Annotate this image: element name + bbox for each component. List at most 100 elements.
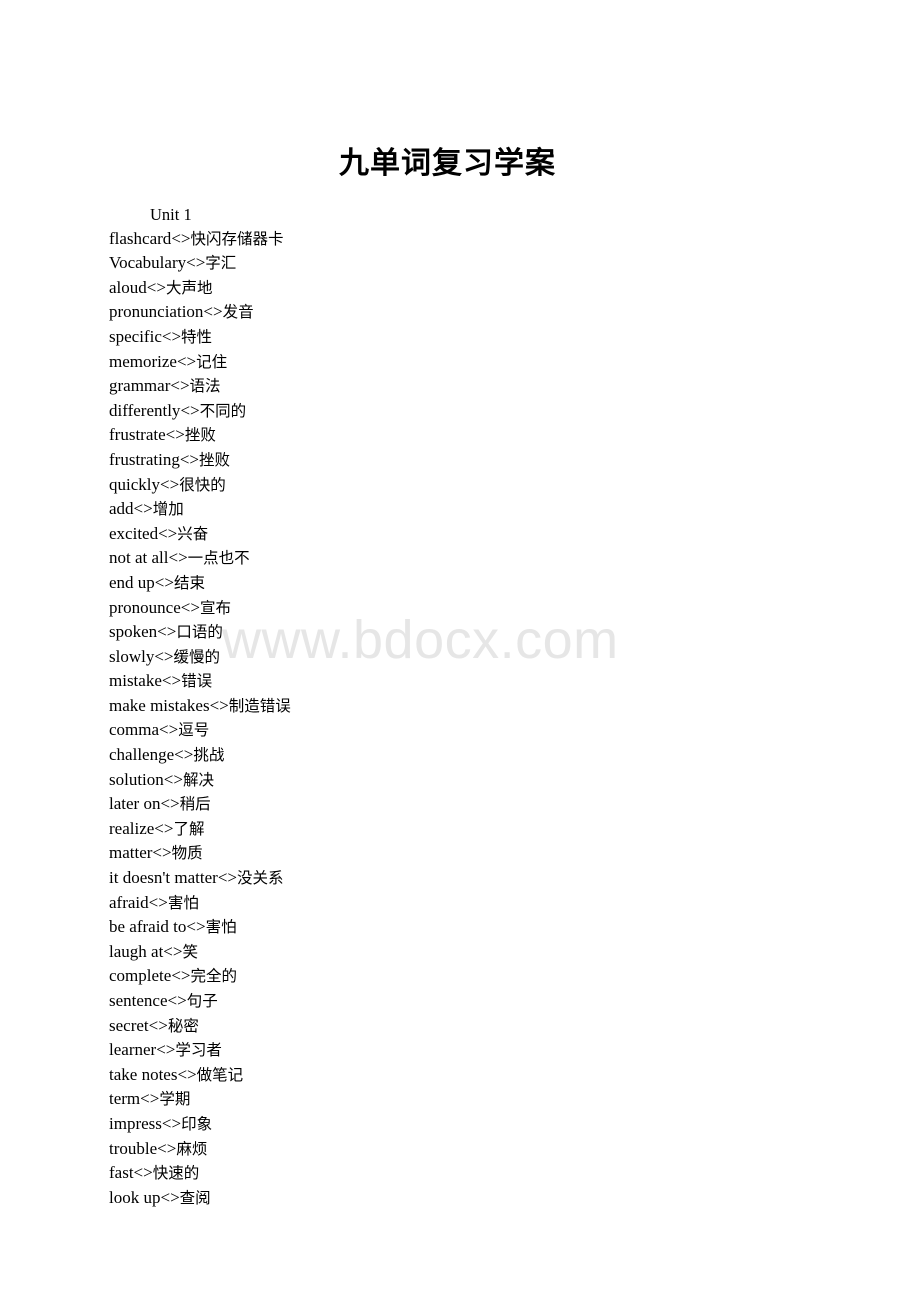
entry-separator: <>	[161, 1113, 182, 1133]
entry-term: laugh at	[109, 941, 164, 961]
vocabulary-entry: learner<>学习者	[109, 1038, 849, 1063]
entry-separator: <>	[163, 941, 183, 961]
entry-meaning: 兴奋	[177, 524, 209, 543]
entry-meaning: 很快的	[179, 475, 226, 494]
entry-separator: <>	[157, 1138, 177, 1158]
entry-meaning: 记住	[196, 352, 228, 371]
vocabulary-entry: slowly<>缓慢的	[109, 645, 849, 670]
entry-meaning: 查阅	[179, 1188, 211, 1207]
entry-term: fast	[109, 1163, 134, 1183]
entry-term: realize	[109, 818, 155, 838]
entry-meaning: 害怕	[205, 918, 237, 937]
vocabulary-entry: fast<>快速的	[109, 1161, 849, 1186]
section-heading: Unit 1	[150, 205, 192, 224]
entry-term: learner	[109, 1040, 157, 1060]
vocabulary-entry: differently<>不同的	[109, 399, 849, 424]
entry-separator: <>	[180, 400, 200, 420]
vocabulary-entry: laugh at<>笑	[109, 940, 849, 965]
entry-term: it doesn't matter	[109, 868, 218, 888]
entry-term: afraid	[109, 892, 149, 912]
entry-term: slowly	[109, 646, 155, 666]
vocabulary-entry: make mistakes<>制造错误	[109, 694, 849, 719]
entry-meaning: 逗号	[178, 721, 210, 740]
entry-term: make mistakes	[109, 695, 210, 715]
entry-term: grammar	[109, 376, 171, 396]
vocabulary-entry: frustrate<>挫败	[109, 423, 849, 448]
entry-meaning: 做笔记	[196, 1065, 244, 1084]
entry-term: secret	[109, 1015, 149, 1035]
entry-separator: <>	[217, 868, 238, 888]
vocabulary-entry: comma<>逗号	[109, 718, 849, 743]
vocabulary-entry: pronounce<>宣布	[109, 596, 849, 621]
vocabulary-entry: be afraid to<>害怕	[109, 915, 849, 940]
entry-separator: <>	[154, 646, 174, 666]
entry-separator: <>	[133, 1163, 153, 1183]
entry-separator: <>	[186, 253, 206, 273]
entry-meaning: 笑	[182, 942, 198, 961]
vocabulary-entry: aloud<>大声地	[109, 276, 849, 301]
entry-separator: <>	[148, 1015, 168, 1035]
vocabulary-entry: spoken<>口语的	[109, 620, 849, 645]
entry-meaning: 了解	[173, 819, 205, 838]
entry-separator: <>	[148, 892, 168, 912]
entry-meaning: 解决	[182, 770, 214, 789]
entry-term: specific	[109, 326, 162, 346]
vocabulary-entry: sentence<>句子	[109, 989, 849, 1014]
entry-separator: <>	[209, 695, 229, 715]
entry-term: aloud	[109, 277, 147, 297]
entry-separator: <>	[152, 843, 172, 863]
entry-term: differently	[109, 400, 181, 420]
entry-term: add	[109, 499, 134, 519]
vocabulary-entry: not at all<>一点也不	[109, 546, 849, 571]
entry-meaning: 稍后	[179, 795, 211, 814]
vocabulary-entry: take notes<>做笔记	[109, 1063, 849, 1088]
vocabulary-entry: impress<>印象	[109, 1112, 849, 1137]
vocabulary-entry: matter<>物质	[109, 841, 849, 866]
vocabulary-entry: term<>学期	[109, 1087, 849, 1112]
page-title: 九单词复习学案	[339, 147, 556, 180]
entry-meaning: 缓慢的	[173, 647, 221, 666]
entry-term: spoken	[109, 622, 158, 642]
vocabulary-entry: grammar<>语法	[109, 374, 849, 399]
vocabulary-entry: secret<>秘密	[109, 1014, 849, 1039]
entry-term: frustrating	[109, 449, 180, 469]
entry-meaning: 一点也不	[187, 549, 250, 568]
entry-meaning: 特性	[181, 327, 213, 346]
entry-meaning: 害怕	[167, 893, 199, 912]
entry-separator: <>	[186, 917, 206, 937]
entry-term: mistake	[109, 671, 162, 691]
entry-separator: <>	[180, 597, 200, 617]
entry-meaning: 快闪存储器卡	[190, 229, 284, 248]
entry-separator: <>	[158, 523, 178, 543]
vocabulary-entry: solution<>解决	[109, 768, 849, 793]
vocabulary-entry: add<>增加	[109, 497, 849, 522]
entry-term: pronunciation	[109, 302, 204, 322]
entry-term: impress	[109, 1113, 162, 1133]
entry-separator: <>	[160, 1187, 180, 1207]
entry-separator: <>	[177, 1064, 197, 1084]
entry-separator: <>	[156, 1040, 176, 1060]
vocabulary-entry: mistake<>错误	[109, 669, 849, 694]
entry-term: look up	[109, 1187, 161, 1207]
entry-term: flashcard	[109, 228, 172, 248]
vocabulary-entry: excited<>兴奋	[109, 522, 849, 547]
vocabulary-entry: end up<>结束	[109, 571, 849, 596]
entry-term: matter	[109, 843, 153, 863]
vocabulary-entry: afraid<>害怕	[109, 891, 849, 916]
entry-separator: <>	[140, 1089, 160, 1109]
entry-meaning: 麻烦	[176, 1139, 208, 1158]
entry-separator: <>	[160, 474, 180, 494]
entry-meaning: 没关系	[237, 869, 284, 888]
entry-term: challenge	[109, 745, 175, 765]
entry-separator: <>	[167, 991, 187, 1010]
entry-meaning: 完全的	[190, 967, 238, 986]
vocabulary-entry: flashcard<>快闪存储器卡	[109, 227, 849, 252]
entry-meaning: 快速的	[152, 1164, 200, 1183]
vocabulary-list: Unit 1 flashcard<>快闪存储器卡 Vocabulary<>字汇 alo…	[109, 203, 849, 1210]
entry-term: quickly	[109, 474, 160, 494]
entry-meaning: 挫败	[199, 450, 231, 469]
entry-separator: <>	[161, 326, 182, 346]
entry-separator: <>	[203, 302, 223, 322]
entry-term: excited	[109, 523, 159, 543]
entry-separator: <>	[170, 376, 190, 396]
